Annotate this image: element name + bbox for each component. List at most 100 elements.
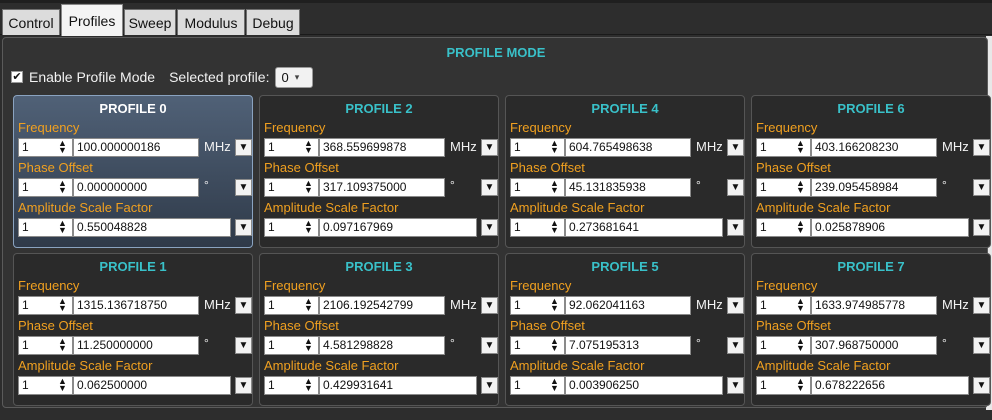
amplitude-step-spinner[interactable]: 1 ▲ ▼ xyxy=(264,376,319,395)
frequency-step-spinner[interactable]: 1 ▲ ▼ xyxy=(756,296,811,315)
profile-card[interactable]: PROFILE 7 Frequency 1 ▲ ▼ 1633.974985778 MHz ▼ P… xyxy=(751,253,991,406)
phase-dropdown-button[interactable]: ▼ xyxy=(973,179,990,196)
phase-step-spinner[interactable]: 1 ▲ ▼ xyxy=(18,178,73,197)
spinner-arrows-icon[interactable]: ▲ ▼ xyxy=(547,377,562,393)
amplitude-step-spinner[interactable]: 1 ▲ ▼ xyxy=(18,218,73,237)
spinner-arrows-icon[interactable]: ▲ ▼ xyxy=(793,139,808,155)
amplitude-dropdown-button[interactable]: ▼ xyxy=(973,219,990,236)
frequency-value-input[interactable]: 92.062041163 xyxy=(565,296,691,315)
spinner-arrows-icon[interactable]: ▲ ▼ xyxy=(793,377,808,393)
profile-card[interactable]: PROFILE 6 Frequency 1 ▲ ▼ 403.166208230 MHz ▼ Ph… xyxy=(751,95,991,248)
phase-value-input[interactable]: 11.250000000 xyxy=(73,336,199,355)
phase-step-spinner[interactable]: 1 ▲ ▼ xyxy=(756,178,811,197)
profile-card[interactable]: PROFILE 1 Frequency 1 ▲ ▼ 1315.136718750 MHz ▼ P… xyxy=(13,253,253,406)
amplitude-step-spinner[interactable]: 1 ▲ ▼ xyxy=(510,376,565,395)
frequency-value-input[interactable]: 2106.192542799 xyxy=(319,296,445,315)
frequency-step-spinner[interactable]: 1 ▲ ▼ xyxy=(18,138,73,157)
phase-dropdown-button[interactable]: ▼ xyxy=(727,337,744,354)
spinner-arrows-icon[interactable]: ▲ ▼ xyxy=(55,297,70,313)
frequency-step-spinner[interactable]: 1 ▲ ▼ xyxy=(510,296,565,315)
amplitude-value-input[interactable]: 0.273681641 xyxy=(565,218,723,237)
spinner-arrows-icon[interactable]: ▲ ▼ xyxy=(301,337,316,353)
amplitude-dropdown-button[interactable]: ▼ xyxy=(727,377,744,394)
frequency-dropdown-button[interactable]: ▼ xyxy=(235,297,252,314)
frequency-step-spinner[interactable]: 1 ▲ ▼ xyxy=(18,296,73,315)
frequency-dropdown-button[interactable]: ▼ xyxy=(973,139,990,156)
spinner-arrows-icon[interactable]: ▲ ▼ xyxy=(793,219,808,235)
phase-dropdown-button[interactable]: ▼ xyxy=(481,179,498,196)
frequency-step-spinner[interactable]: 1 ▲ ▼ xyxy=(756,138,811,157)
amplitude-value-input[interactable]: 0.429931641 xyxy=(319,376,477,395)
spinner-arrows-icon[interactable]: ▲ ▼ xyxy=(55,337,70,353)
tab-sweep[interactable]: Sweep xyxy=(124,9,176,35)
enable-profile-mode-checkbox[interactable]: ✔ xyxy=(11,71,23,83)
frequency-dropdown-button[interactable]: ▼ xyxy=(235,139,252,156)
amplitude-step-spinner[interactable]: 1 ▲ ▼ xyxy=(510,218,565,237)
tab-profiles[interactable]: Profiles xyxy=(61,4,123,36)
frequency-value-input[interactable]: 1633.974985778 xyxy=(811,296,937,315)
spinner-arrows-icon[interactable]: ▲ ▼ xyxy=(301,139,316,155)
spinner-arrows-icon[interactable]: ▲ ▼ xyxy=(55,219,70,235)
amplitude-step-spinner[interactable]: 1 ▲ ▼ xyxy=(18,376,73,395)
amplitude-step-spinner[interactable]: 1 ▲ ▼ xyxy=(756,218,811,237)
frequency-dropdown-button[interactable]: ▼ xyxy=(973,297,990,314)
phase-value-input[interactable]: 317.109375000 xyxy=(319,178,445,197)
profile-card[interactable]: PROFILE 0 Frequency 1 ▲ ▼ 100.000000186 MHz ▼ Ph… xyxy=(13,95,253,248)
frequency-step-spinner[interactable]: 1 ▲ ▼ xyxy=(264,138,319,157)
frequency-value-input[interactable]: 604.765498638 xyxy=(565,138,691,157)
tab-modulus[interactable]: Modulus xyxy=(177,9,245,35)
frequency-value-input[interactable]: 368.559699878 xyxy=(319,138,445,157)
amplitude-step-spinner[interactable]: 1 ▲ ▼ xyxy=(756,376,811,395)
frequency-step-spinner[interactable]: 1 ▲ ▼ xyxy=(264,296,319,315)
phase-step-spinner[interactable]: 1 ▲ ▼ xyxy=(264,336,319,355)
phase-value-input[interactable]: 45.131835938 xyxy=(565,178,691,197)
frequency-step-spinner[interactable]: 1 ▲ ▼ xyxy=(510,138,565,157)
phase-step-spinner[interactable]: 1 ▲ ▼ xyxy=(510,178,565,197)
spinner-arrows-icon[interactable]: ▲ ▼ xyxy=(547,139,562,155)
frequency-dropdown-button[interactable]: ▼ xyxy=(481,139,498,156)
phase-dropdown-button[interactable]: ▼ xyxy=(481,337,498,354)
phase-dropdown-button[interactable]: ▼ xyxy=(973,337,990,354)
amplitude-value-input[interactable]: 0.025878906 xyxy=(811,218,969,237)
spinner-arrows-icon[interactable]: ▲ ▼ xyxy=(301,297,316,313)
spinner-arrows-icon[interactable]: ▲ ▼ xyxy=(55,179,70,195)
phase-step-spinner[interactable]: 1 ▲ ▼ xyxy=(264,178,319,197)
amplitude-dropdown-button[interactable]: ▼ xyxy=(481,219,498,236)
spinner-arrows-icon[interactable]: ▲ ▼ xyxy=(547,337,562,353)
spinner-arrows-icon[interactable]: ▲ ▼ xyxy=(301,179,316,195)
tab-debug[interactable]: Debug xyxy=(246,9,300,35)
amplitude-value-input[interactable]: 0.097167969 xyxy=(319,218,477,237)
spinner-arrows-icon[interactable]: ▲ ▼ xyxy=(793,297,808,313)
spinner-arrows-icon[interactable]: ▲ ▼ xyxy=(301,377,316,393)
spinner-arrows-icon[interactable]: ▲ ▼ xyxy=(547,179,562,195)
phase-value-input[interactable]: 7.075195313 xyxy=(565,336,691,355)
phase-dropdown-button[interactable]: ▼ xyxy=(235,179,252,196)
phase-dropdown-button[interactable]: ▼ xyxy=(235,337,252,354)
amplitude-step-spinner[interactable]: 1 ▲ ▼ xyxy=(264,218,319,237)
frequency-value-input[interactable]: 1315.136718750 xyxy=(73,296,199,315)
phase-value-input[interactable]: 4.581298828 xyxy=(319,336,445,355)
spinner-arrows-icon[interactable]: ▲ ▼ xyxy=(793,337,808,353)
amplitude-value-input[interactable]: 0.678222656 xyxy=(811,376,969,395)
frequency-value-input[interactable]: 403.166208230 xyxy=(811,138,937,157)
phase-step-spinner[interactable]: 1 ▲ ▼ xyxy=(18,336,73,355)
amplitude-dropdown-button[interactable]: ▼ xyxy=(481,377,498,394)
profile-card[interactable]: PROFILE 3 Frequency 1 ▲ ▼ 2106.192542799 MHz ▼ P… xyxy=(259,253,499,406)
frequency-dropdown-button[interactable]: ▼ xyxy=(481,297,498,314)
frequency-dropdown-button[interactable]: ▼ xyxy=(727,139,744,156)
spinner-arrows-icon[interactable]: ▲ ▼ xyxy=(547,297,562,313)
spinner-arrows-icon[interactable]: ▲ ▼ xyxy=(55,377,70,393)
spinner-arrows-icon[interactable]: ▲ ▼ xyxy=(547,219,562,235)
amplitude-value-input[interactable]: 0.062500000 xyxy=(73,376,231,395)
amplitude-value-input[interactable]: 0.550048828 xyxy=(73,218,231,237)
phase-value-input[interactable]: 0.000000000 xyxy=(73,178,199,197)
amplitude-dropdown-button[interactable]: ▼ xyxy=(727,219,744,236)
phase-step-spinner[interactable]: 1 ▲ ▼ xyxy=(510,336,565,355)
amplitude-dropdown-button[interactable]: ▼ xyxy=(235,219,252,236)
profile-card[interactable]: PROFILE 4 Frequency 1 ▲ ▼ 604.765498638 MHz ▼ Ph… xyxy=(505,95,745,248)
spinner-arrows-icon[interactable]: ▲ ▼ xyxy=(793,179,808,195)
amplitude-dropdown-button[interactable]: ▼ xyxy=(973,377,990,394)
frequency-dropdown-button[interactable]: ▼ xyxy=(727,297,744,314)
amplitude-value-input[interactable]: 0.003906250 xyxy=(565,376,723,395)
profile-card[interactable]: PROFILE 2 Frequency 1 ▲ ▼ 368.559699878 MHz ▼ Ph… xyxy=(259,95,499,248)
